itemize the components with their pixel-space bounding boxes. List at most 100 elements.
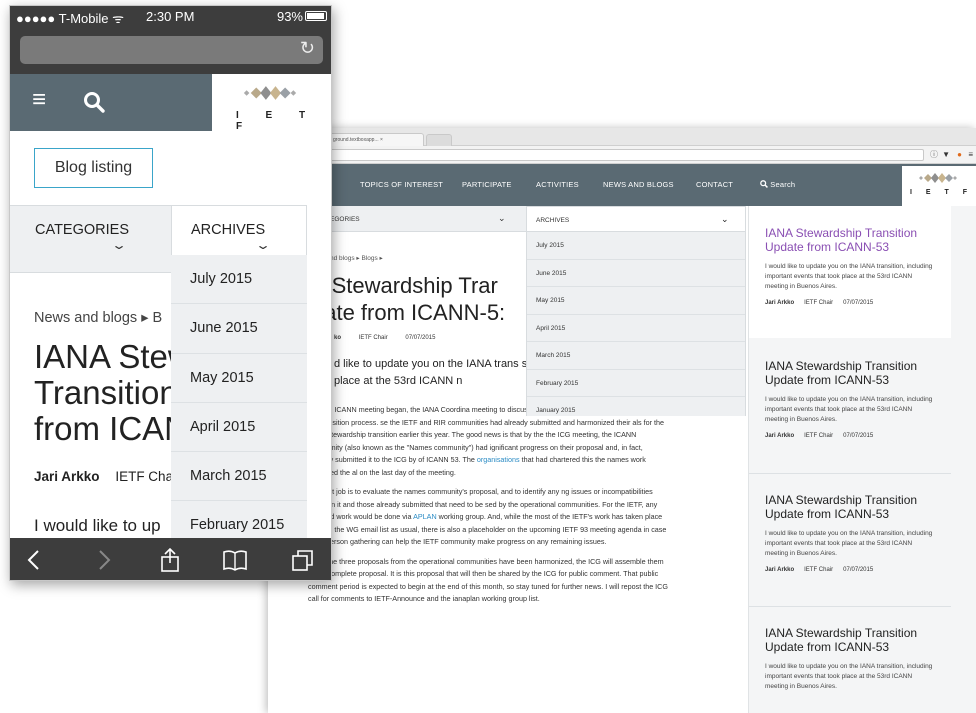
- archive-item[interactable]: March 2015: [527, 342, 745, 370]
- status-bar: ●●●●● T-Mobile ᯤ 2:30 PM 93%: [10, 6, 331, 26]
- new-tab-button[interactable]: [426, 134, 452, 146]
- categories-label: CATEGORIES: [35, 222, 129, 238]
- archives-dropdown[interactable]: ARCHIVES ⌄: [526, 206, 746, 232]
- related-post-title[interactable]: IANA Stewardship Transition Update from …: [765, 626, 935, 654]
- nav-topics-of-interest[interactable]: TOPICS OF INTEREST: [360, 180, 443, 189]
- pocket-icon[interactable]: ▼: [942, 150, 950, 160]
- info-icon[interactable]: ⓘ: [930, 150, 938, 160]
- archive-item[interactable]: June 2015: [171, 304, 307, 354]
- battery-percent: 93%: [276, 9, 303, 24]
- reload-icon[interactable]: ↻: [300, 38, 315, 59]
- browser-tab[interactable]: ground.textboxapp... ×: [328, 133, 424, 146]
- related-post-title[interactable]: IANA Stewardship Transition Update from …: [765, 226, 935, 254]
- status-time: 2:30 PM: [146, 9, 195, 24]
- archives-label: ARCHIVES: [191, 222, 266, 238]
- forward-icon[interactable]: [90, 548, 116, 572]
- ietf-logo[interactable]: I E T F: [902, 166, 976, 206]
- related-post-card[interactable]: IANA Stewardship Transition Update from …: [749, 339, 951, 471]
- chevron-down-icon: ⌄: [498, 213, 506, 223]
- breadcrumb[interactable]: News and blogs ▸ B: [34, 310, 162, 326]
- related-post-summary: I would like to update you on the IANA t…: [765, 530, 933, 557]
- desktop-browser-window: ground.textboxapp... × ⓘ ▼ ● ≡ TOPICS OF…: [268, 128, 976, 713]
- archive-item[interactable]: April 2015: [171, 403, 307, 453]
- breadcrumb[interactable]: nd blogs ▸ Blogs ▸: [330, 254, 383, 262]
- publish-date: 07/07/2015: [843, 300, 874, 306]
- hamburger-menu-icon[interactable]: ≡: [32, 88, 46, 112]
- archive-item[interactable]: April 2015: [527, 315, 745, 342]
- related-post-card[interactable]: IANA Stewardship Transition Update from …: [749, 473, 951, 605]
- url-input[interactable]: [268, 149, 924, 161]
- battery-icon: [305, 11, 327, 21]
- archive-item[interactable]: February 2015: [171, 501, 307, 538]
- extension-icon[interactable]: ●: [957, 150, 962, 160]
- safari-toolbar: [10, 538, 331, 580]
- author-name: Jari Arkko: [765, 433, 795, 439]
- archive-item[interactable]: May 2015: [527, 287, 745, 315]
- archive-item[interactable]: July 2015: [527, 232, 745, 260]
- search-icon: [760, 180, 768, 188]
- ietf-logo[interactable]: I E T F: [212, 74, 331, 132]
- blog-listing-button[interactable]: Blog listing: [34, 148, 153, 188]
- publish-date: 07/07/2015: [843, 433, 874, 439]
- article-lead: I would like to up: [34, 516, 161, 535]
- nav-contact[interactable]: CONTACT: [696, 180, 733, 189]
- author-role: IETF Chair: [804, 567, 834, 573]
- related-post-summary: I would like to update you on the IANA t…: [765, 663, 933, 690]
- paragraph: Once the three proposals from the operat…: [308, 556, 668, 604]
- back-icon[interactable]: [22, 548, 48, 572]
- chevron-down-icon: ⌄: [110, 238, 128, 252]
- archives-label: ARCHIVES: [536, 217, 570, 224]
- archive-item[interactable]: February 2015: [527, 370, 745, 397]
- nav-search-label: Search: [770, 180, 796, 189]
- related-post-card[interactable]: IANA Stewardship Transition Update from …: [749, 606, 951, 713]
- publish-date: 07/07/2015: [405, 335, 436, 341]
- organisations-link[interactable]: organisations: [477, 455, 520, 464]
- archive-item[interactable]: July 2015: [171, 255, 307, 305]
- related-post-meta: Jari Arkko IETF Chair 07/07/2015: [765, 300, 935, 306]
- archives-menu: July 2015 June 2015 May 2015 April 2015 …: [171, 255, 307, 538]
- paragraph: G's next job is to evaluate the names co…: [308, 486, 668, 549]
- ianaplan-link[interactable]: APLAN: [413, 512, 437, 521]
- author-name: Jari Arkko: [34, 469, 100, 484]
- nav-activities[interactable]: ACTIVITIES: [536, 180, 579, 189]
- mobile-safari-window: ●●●●● T-Mobile ᯤ 2:30 PM 93% ↻ ≡ I E T F…: [9, 5, 332, 581]
- logo-wordmark: I E T F: [236, 110, 318, 132]
- related-post-meta: Jari Arkko IETF Chair 07/07/2015: [765, 567, 935, 573]
- archive-item[interactable]: June 2015: [527, 260, 745, 287]
- carrier-signal: ●●●●● T-Mobile ᯤ: [16, 11, 124, 26]
- desktop-address-bar: ⓘ ▼ ● ≡: [268, 146, 976, 164]
- author-name: ko: [334, 335, 342, 341]
- article-body: fore the ICANN meeting began, the IANA C…: [308, 404, 668, 613]
- categories-label: EGORIES: [330, 216, 360, 223]
- author-role: IETF Chair: [358, 335, 388, 341]
- categories-dropdown[interactable]: CATEGORIES ⌄: [10, 205, 171, 273]
- archive-item[interactable]: May 2015: [171, 354, 307, 403]
- nav-news-and-blogs[interactable]: NEWS AND BLOGS: [603, 180, 674, 189]
- nav-search[interactable]: Search: [760, 180, 795, 189]
- archive-item[interactable]: March 2015: [171, 452, 307, 502]
- tabs-icon[interactable]: [290, 548, 316, 572]
- chevron-down-icon: ⌄: [721, 214, 729, 224]
- chevron-down-icon: ⌄: [254, 238, 272, 252]
- url-input[interactable]: ↻: [20, 36, 323, 64]
- logo-diamonds-icon: [919, 173, 957, 183]
- related-post-title[interactable]: IANA Stewardship Transition Update from …: [765, 359, 935, 387]
- related-posts-sidebar: IANA Stewardship Transition Update from …: [748, 206, 976, 713]
- logo-wordmark: I E T F: [910, 189, 973, 196]
- site-navigation: ≡ I E T F: [10, 74, 331, 132]
- search-icon[interactable]: [82, 90, 106, 114]
- related-post-meta: Jari Arkko IETF Chair 07/07/2015: [765, 433, 935, 439]
- bookmarks-icon[interactable]: [222, 548, 248, 572]
- author-role: IETF Chair: [804, 300, 834, 306]
- archive-item[interactable]: January 2015: [527, 397, 745, 416]
- site-navigation: TOPICS OF INTEREST PARTICIPATE ACTIVITIE…: [268, 164, 976, 206]
- article-meta: ko IETF Chair 07/07/2015: [334, 335, 451, 341]
- related-post-card[interactable]: IANA Stewardship Transition Update from …: [749, 206, 951, 338]
- article-meta: Jari Arkko IETF Chai: [34, 469, 176, 484]
- share-icon[interactable]: [157, 548, 183, 572]
- archives-menu: July 2015 June 2015 May 2015 April 2015 …: [526, 232, 746, 416]
- archives-dropdown[interactable]: ARCHIVES ⌄: [171, 205, 307, 255]
- related-post-title[interactable]: IANA Stewardship Transition Update from …: [765, 493, 935, 521]
- menu-icon[interactable]: ≡: [968, 150, 973, 160]
- nav-participate[interactable]: PARTICIPATE: [462, 180, 512, 189]
